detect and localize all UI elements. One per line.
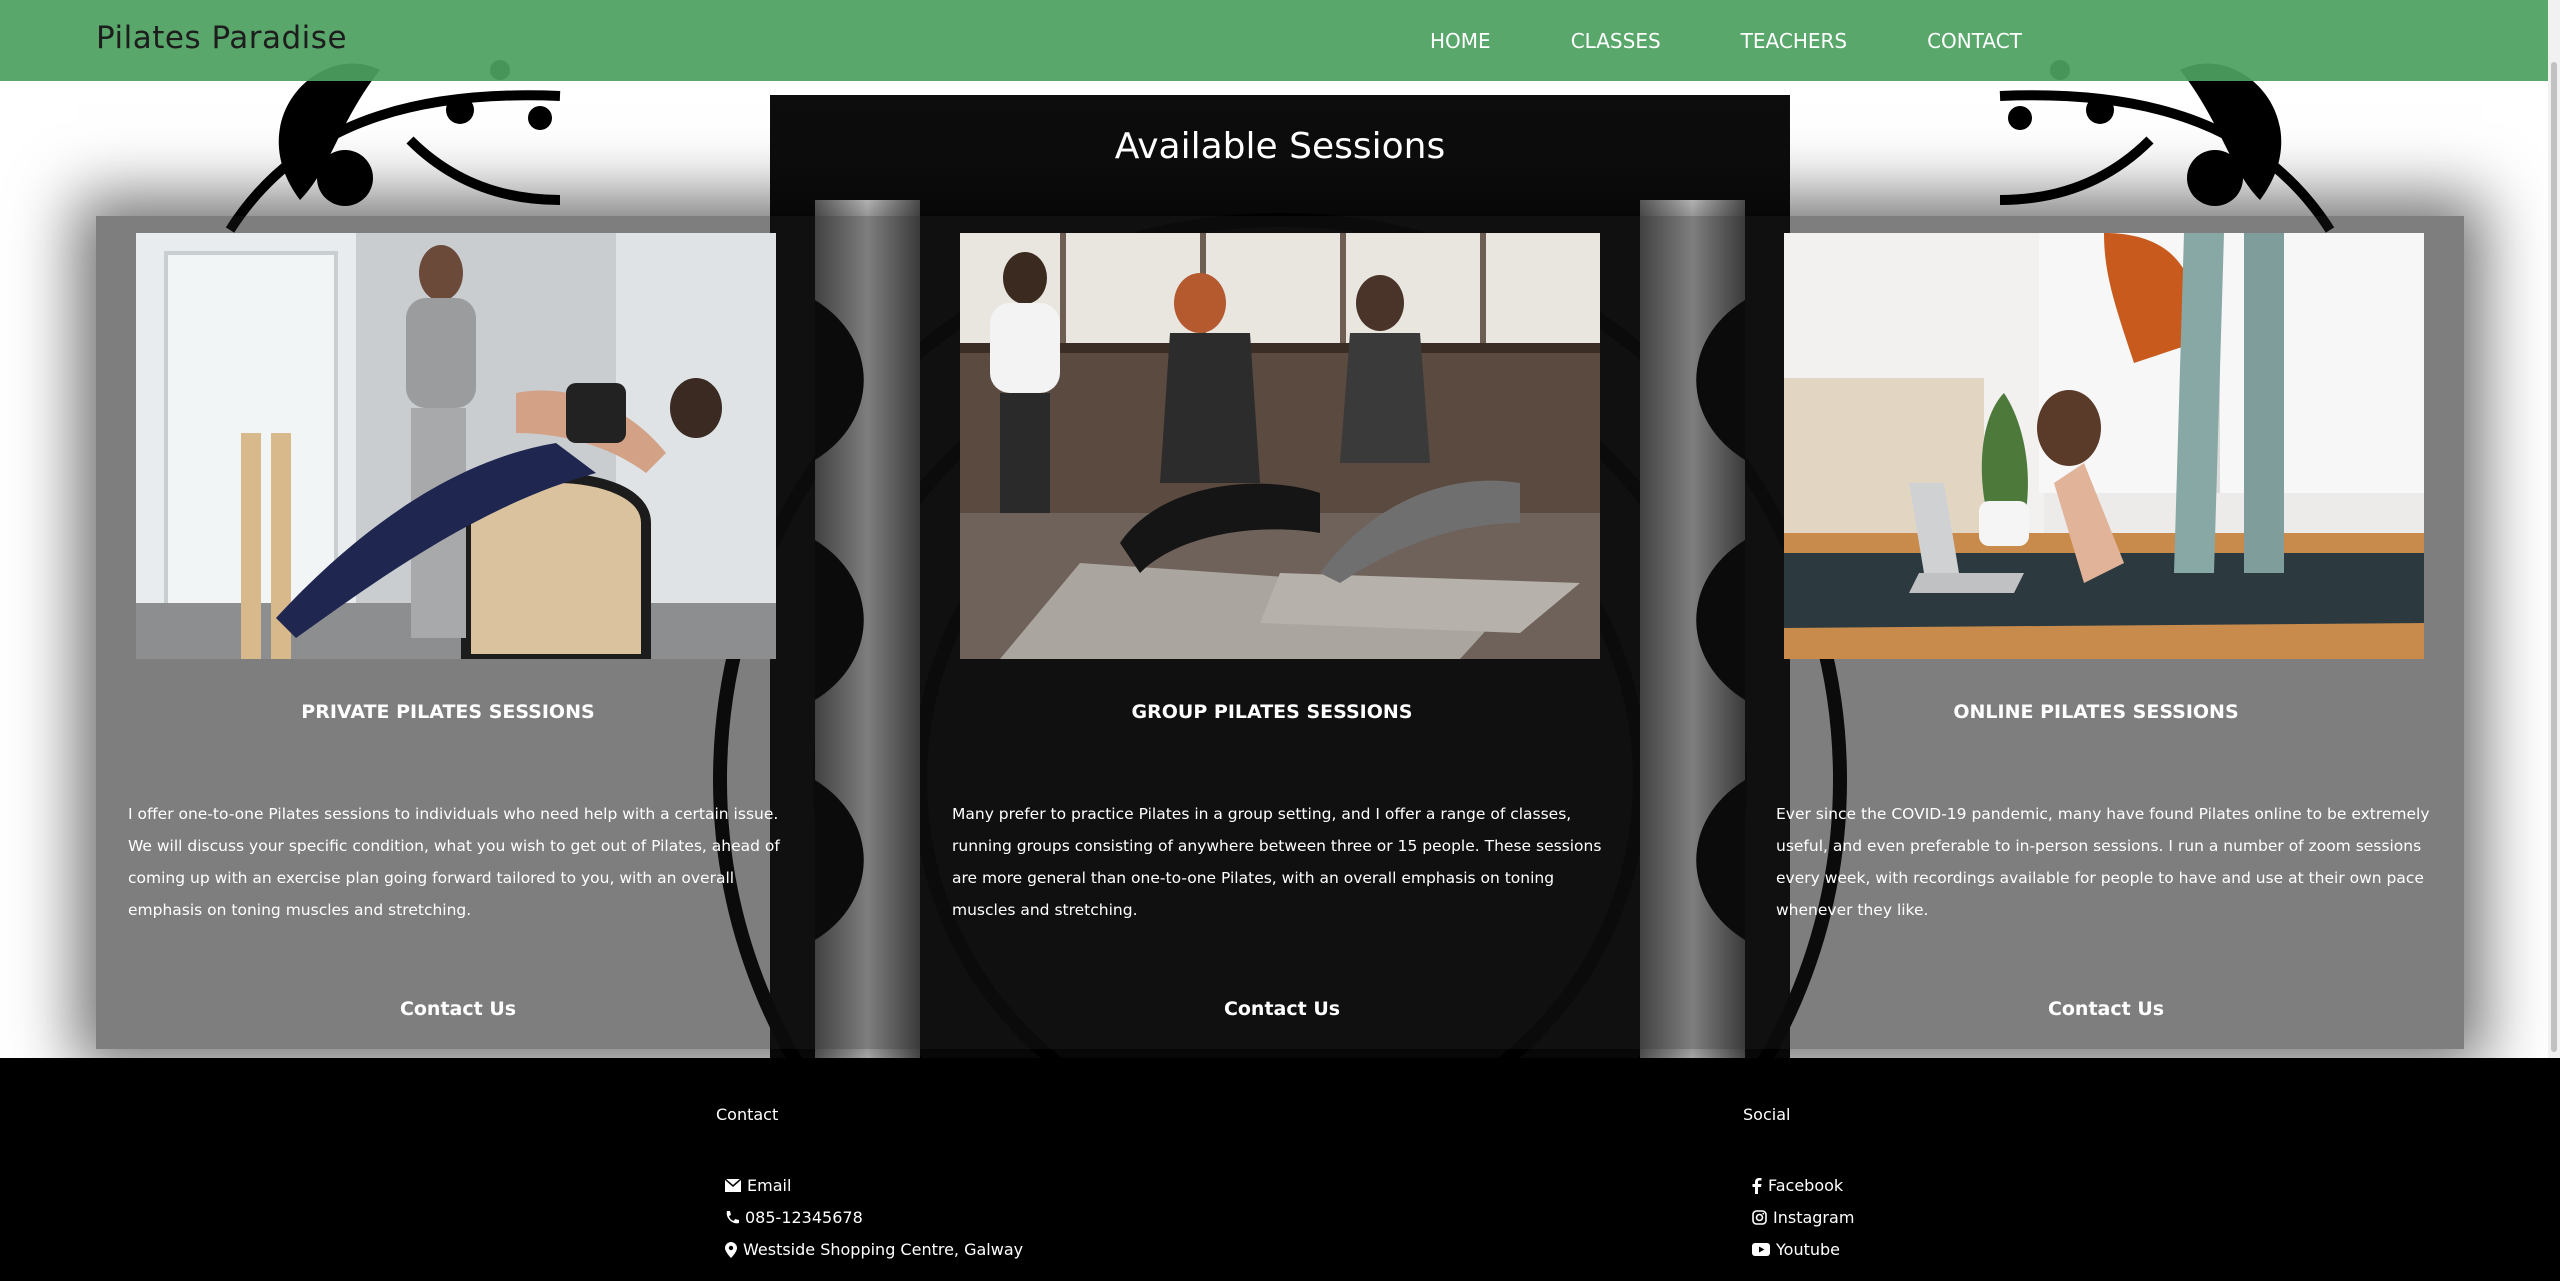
session-card-group: GROUP PILATES SESSIONS Many prefer to pr… (942, 233, 1602, 1023)
footer-phone[interactable]: 085-12345678 (725, 1208, 863, 1227)
nav-classes-link[interactable]: CLASSES (1571, 29, 1661, 53)
instagram-icon (1752, 1210, 1767, 1225)
footer-address-label: Westside Shopping Centre, Galway (743, 1240, 1024, 1259)
footer-social-heading: Social (1743, 1105, 1791, 1124)
card-title: GROUP PILATES SESSIONS (1131, 701, 1413, 723)
facebook-icon (1752, 1177, 1762, 1194)
contact-us-button[interactable]: Contact Us (118, 998, 798, 1020)
footer-facebook-link[interactable]: Facebook (1752, 1176, 1843, 1195)
nav-teachers-link[interactable]: TEACHERS (1741, 29, 1847, 53)
top-navbar: Pilates Paradise HOME CLASSES TEACHERS C… (0, 0, 2560, 81)
page-scrollbar[interactable] (2548, 0, 2560, 1058)
card-title: ONLINE PILATES SESSIONS (1953, 701, 2239, 723)
footer-instagram-link[interactable]: Instagram (1752, 1208, 1854, 1227)
phone-icon (726, 1211, 739, 1224)
online-session-photo (1784, 233, 2424, 659)
footer-email-label: Email (747, 1176, 792, 1195)
nav-menu: HOME CLASSES TEACHERS CONTACT (1430, 0, 2102, 81)
contact-us-button[interactable]: Contact Us (1766, 998, 2446, 1020)
footer-youtube-label: Youtube (1776, 1240, 1840, 1259)
section-title: Available Sessions (1114, 126, 1446, 167)
group-session-photo (960, 233, 1600, 659)
footer-instagram-label: Instagram (1773, 1208, 1855, 1227)
footer-phone-label: 085-12345678 (745, 1208, 863, 1227)
youtube-icon (1752, 1243, 1770, 1256)
session-card-private: PRIVATE PILATES SESSIONS I offer one-to-… (118, 233, 780, 1023)
footer-email-link[interactable]: Email (725, 1176, 791, 1195)
contact-us-button[interactable]: Contact Us (942, 998, 1622, 1020)
site-brand[interactable]: Pilates Paradise (96, 20, 347, 56)
nav-contact-link[interactable]: CONTACT (1927, 29, 2022, 53)
footer-facebook-label: Facebook (1768, 1176, 1844, 1195)
card-text: I offer one-to-one Pilates sessions to i… (128, 805, 780, 919)
card-text: Many prefer to practice Pilates in a gro… (952, 805, 1602, 919)
card-text: Ever since the COVID-19 pandemic, many h… (1776, 805, 2430, 919)
card-title: PRIVATE PILATES SESSIONS (301, 701, 595, 723)
envelope-icon (725, 1179, 741, 1192)
private-session-photo (136, 233, 776, 659)
footer-youtube-link[interactable]: Youtube (1752, 1240, 1840, 1259)
footer-address[interactable]: Westside Shopping Centre, Galway (725, 1240, 1023, 1259)
nav-home-link[interactable]: HOME (1430, 29, 1491, 53)
map-marker-icon (725, 1241, 737, 1258)
footer-contact-heading: Contact (716, 1105, 779, 1124)
page-footer: Contact Email 085-12345678 Westside Shop… (0, 1058, 2560, 1281)
session-card-online: ONLINE PILATES SESSIONS Ever since the C… (1766, 233, 2430, 1023)
scrollbar-thumb[interactable] (2551, 62, 2557, 1052)
